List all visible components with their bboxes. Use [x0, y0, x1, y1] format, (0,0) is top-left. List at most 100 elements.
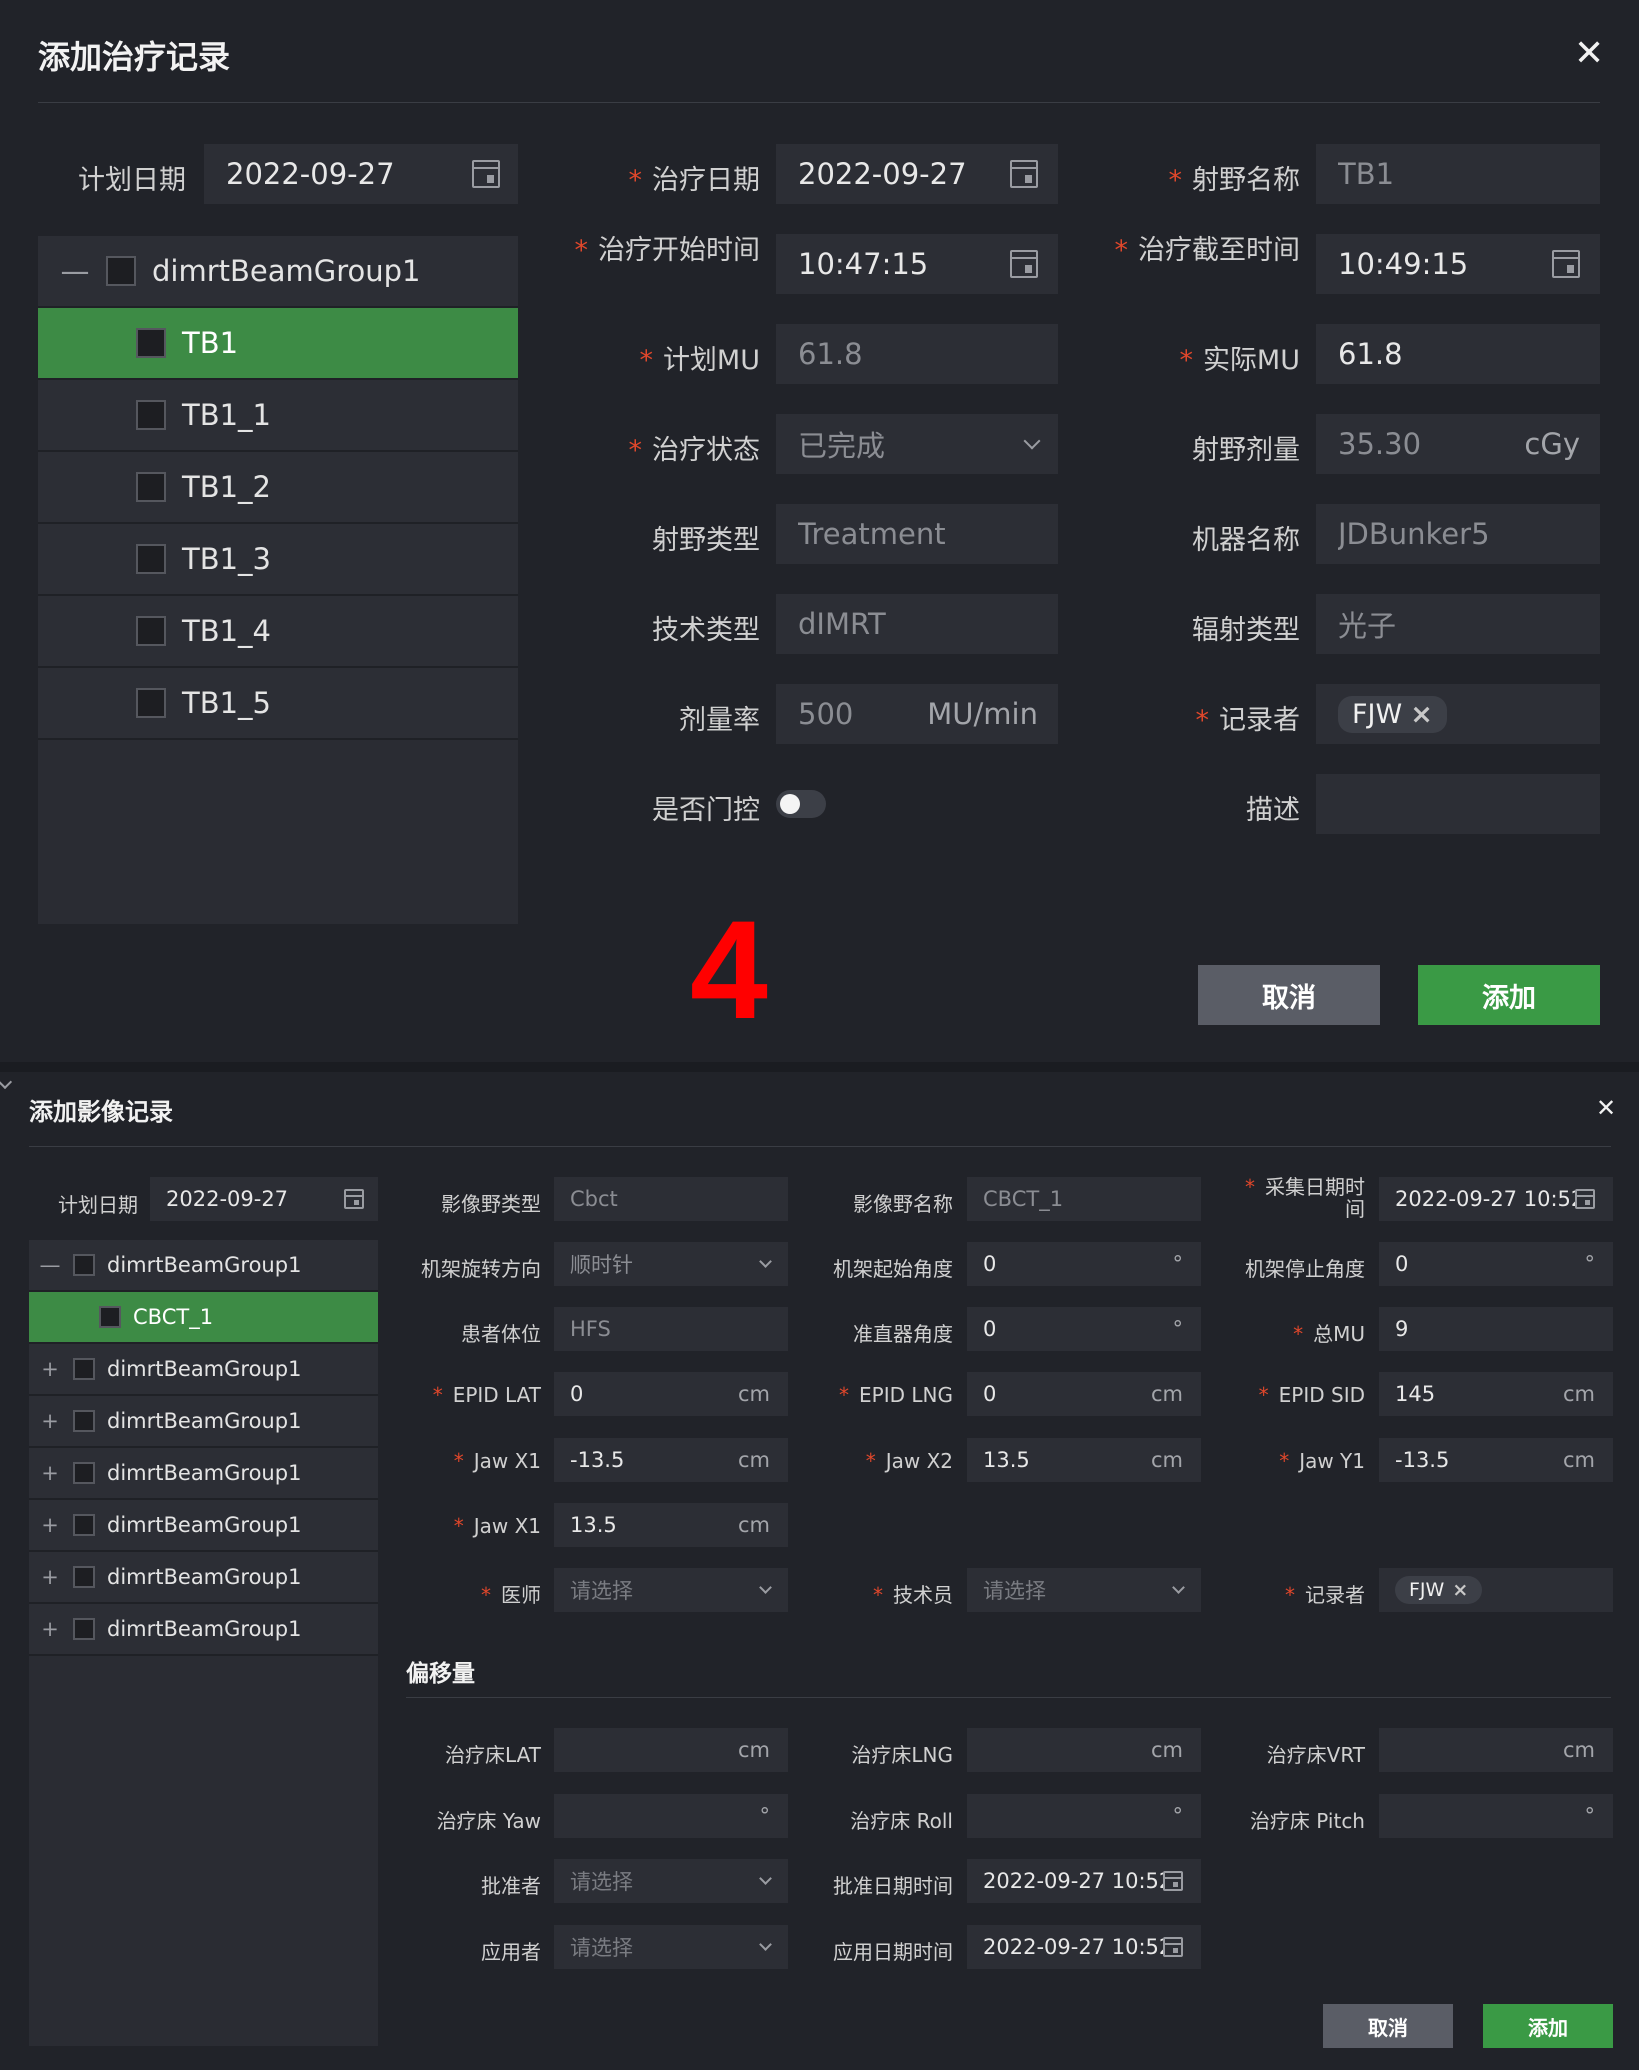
tree-item-row[interactable]: TB1 [38, 308, 518, 380]
beam_name-input[interactable]: TB1 [1316, 144, 1600, 204]
calendar-icon[interactable] [472, 160, 500, 188]
couch_yaw-input[interactable]: ° [554, 1794, 788, 1838]
tree-item-row[interactable]: TB1_5 [38, 668, 518, 740]
close-icon[interactable]: ✕ [1574, 36, 1604, 72]
epid_lng-input[interactable]: 0 cm [967, 1372, 1201, 1416]
acq_time-input[interactable]: 2022-09-27 10:52: [1379, 1177, 1613, 1221]
radiation-input[interactable]: 光子 [1316, 594, 1600, 654]
doctor-input[interactable]: 请选择 [554, 1568, 788, 1612]
tree-group-row[interactable]: + dimrtBeamGroup1 [29, 1500, 378, 1552]
tree-group-row[interactable]: + dimrtBeamGroup1 [29, 1344, 378, 1396]
image-record-dialog: 添加影像记录 ✕ 计划日期 2022-09-27 — dimrtBeamGroup… [0, 1072, 1639, 2070]
calendar-icon[interactable] [1163, 1871, 1183, 1891]
tree-item-row[interactable]: TB1_4 [38, 596, 518, 668]
technician-input[interactable]: 请选择 [967, 1568, 1201, 1612]
collapse-icon[interactable]: — [39, 1253, 61, 1277]
calendar-icon[interactable] [1010, 250, 1038, 278]
calendar-icon[interactable] [1575, 1189, 1595, 1209]
tree-group-row[interactable]: — dimrtBeamGroup1 [38, 236, 518, 308]
gantry_stop-input[interactable]: 0 ° [1379, 1242, 1613, 1286]
calendar-icon[interactable] [344, 1189, 364, 1209]
expand-icon[interactable]: + [39, 1513, 61, 1537]
img_name-input[interactable]: CBCT_1 [967, 1177, 1201, 1221]
start_time-input[interactable]: 10:47:15 [776, 234, 1058, 294]
couch_pitch-input[interactable]: ° [1379, 1794, 1613, 1838]
tree-item-row[interactable]: TB1_3 [38, 524, 518, 596]
add-button[interactable]: 添加 [1418, 965, 1600, 1025]
jaw_y1-input[interactable]: -13.5 cm [1379, 1438, 1613, 1482]
approver-label-text: 批准者 [481, 1874, 541, 1898]
checkbox [73, 1462, 95, 1484]
tree-item-label: dimrtBeamGroup1 [107, 1617, 302, 1641]
add-button[interactable]: 添加 [1483, 2004, 1613, 2048]
rotation-input[interactable]: 顺时针 [554, 1242, 788, 1286]
couch_lat-input[interactable]: cm [554, 1728, 788, 1772]
gantry_start-input[interactable]: 0 ° [967, 1242, 1201, 1286]
expand-icon[interactable]: + [39, 1617, 61, 1641]
epid_lat-input[interactable]: 0 cm [554, 1372, 788, 1416]
plan_mu-value: 61.8 [798, 337, 863, 371]
tree-group-row[interactable]: + dimrtBeamGroup1 [29, 1396, 378, 1448]
expand-icon[interactable]: + [39, 1357, 61, 1381]
rotation-value: 顺时针 [570, 1253, 633, 1277]
apply_time-input[interactable]: 2022-09-27 10:52 [967, 1925, 1201, 1969]
calendar-icon[interactable] [1010, 160, 1038, 188]
epid_sid-input[interactable]: 145 cm [1379, 1372, 1613, 1416]
jaw_x1b-input[interactable]: 13.5 cm [554, 1503, 788, 1547]
cancel-button[interactable]: 取消 [1323, 2004, 1453, 2048]
epid_lng-label-text: EPID LNG [859, 1383, 953, 1407]
img_type-input[interactable]: Cbct [554, 1177, 788, 1221]
recorder-input[interactable]: FJW × [1379, 1568, 1613, 1612]
recorder-input[interactable]: FJW × [1316, 684, 1600, 744]
jaw_x1-label: * Jaw X1 [405, 1449, 541, 1473]
beam_type-input[interactable]: Treatment [776, 504, 1058, 564]
tree-group-row[interactable]: + dimrtBeamGroup1 [29, 1448, 378, 1500]
total_mu-input[interactable]: 9 [1379, 1307, 1613, 1351]
plan_mu-label: * 计划MU [550, 338, 760, 377]
actual_mu-input[interactable]: 61.8 [1316, 324, 1600, 384]
tree-item-row[interactable]: TB1_1 [38, 380, 518, 452]
couch_lng-input[interactable]: cm [967, 1728, 1201, 1772]
end_time-input[interactable]: 10:49:15 [1316, 234, 1600, 294]
treat_date-label: * 治疗日期 [550, 158, 761, 197]
tag-close-icon[interactable]: × [1410, 699, 1433, 730]
beam_dose-input[interactable]: 35.30 cGy [1316, 414, 1600, 474]
tree-group-row[interactable]: — dimrtBeamGroup1 [29, 1240, 378, 1292]
machine-input[interactable]: JDBunker5 [1316, 504, 1600, 564]
treat_status-input[interactable]: 已完成 [776, 414, 1058, 474]
tree-item-row[interactable]: TB1_2 [38, 452, 518, 524]
doctor-label: * 医师 [405, 1579, 541, 1608]
close-icon[interactable]: ✕ [1596, 1096, 1616, 1120]
approver-input[interactable]: 请选择 [554, 1859, 788, 1903]
tree-item-row[interactable]: CBCT_1 [29, 1292, 378, 1344]
approve_time-input[interactable]: 2022-09-27 10:52 [967, 1859, 1201, 1903]
calendar-icon[interactable] [1163, 1937, 1183, 1957]
plan-date-input[interactable]: 2022-09-27 [150, 1177, 378, 1221]
recorder-tag-label: FJW [1409, 1579, 1445, 1601]
plan-date-input[interactable]: 2022-09-27 [204, 144, 518, 204]
expand-icon[interactable]: + [39, 1461, 61, 1485]
collimator-input[interactable]: 0 ° [967, 1307, 1201, 1351]
cancel-button[interactable]: 取消 [1198, 965, 1380, 1025]
tree-group-row[interactable]: + dimrtBeamGroup1 [29, 1552, 378, 1604]
jaw_x2-input[interactable]: 13.5 cm [967, 1438, 1201, 1482]
couch_vrt-input[interactable]: cm [1379, 1728, 1613, 1772]
position-input[interactable]: HFS [554, 1307, 788, 1351]
gating-toggle[interactable] [776, 790, 826, 818]
tree-group-row[interactable]: + dimrtBeamGroup1 [29, 1604, 378, 1656]
expand-icon[interactable]: + [39, 1565, 61, 1589]
applier-input[interactable]: 请选择 [554, 1925, 788, 1969]
treat_date-input[interactable]: 2022-09-27 [776, 144, 1058, 204]
dose_rate-input[interactable]: 500 MU/min [776, 684, 1058, 744]
plan_mu-input[interactable]: 61.8 [776, 324, 1058, 384]
tech_type-input[interactable]: dIMRT [776, 594, 1058, 654]
desc-input[interactable] [1316, 774, 1600, 834]
tag-close-icon[interactable]: × [1452, 1579, 1468, 1601]
jaw_x1-input[interactable]: -13.5 cm [554, 1438, 788, 1482]
couch_pitch-label-text: 治疗床 Pitch [1249, 1809, 1365, 1833]
expand-icon[interactable]: + [39, 1409, 61, 1433]
chevron-down-icon[interactable] [0, 1074, 13, 1090]
collapse-icon[interactable]: — [60, 254, 90, 288]
couch_roll-input[interactable]: ° [967, 1794, 1201, 1838]
calendar-icon[interactable] [1552, 250, 1580, 278]
